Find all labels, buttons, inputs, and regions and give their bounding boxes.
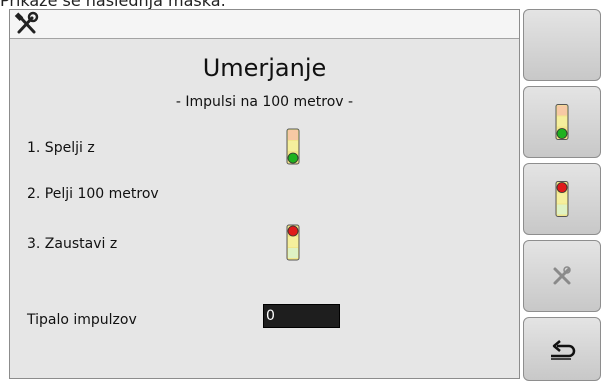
red-traffic-light-icon [555, 181, 569, 217]
page-subtitle: - Impulsi na 100 metrov - [175, 94, 354, 110]
back-button[interactable] [523, 317, 601, 381]
stop-button[interactable] [523, 163, 601, 235]
green-traffic-light-icon [286, 128, 300, 165]
app-root: Prikaže se naslednja maska: Umerjanje - … [0, 0, 603, 381]
top-bar [10, 10, 519, 39]
cancel-icon [553, 266, 571, 285]
tools-icon [14, 11, 39, 34]
cancel-button[interactable] [523, 240, 601, 312]
return-arrow-icon [551, 340, 576, 360]
step-2-label: 2. Pelji 100 metrov [27, 186, 159, 202]
step-1-label: 1. Spelji z [27, 140, 95, 156]
impulse-count-field[interactable]: 0 [263, 304, 340, 328]
step-3-label: 3. Zaustavi z [27, 236, 118, 252]
empty-button[interactable] [523, 9, 601, 81]
softkey-sidebar [523, 9, 603, 381]
red-traffic-light-icon [286, 224, 300, 261]
start-button[interactable] [523, 86, 601, 158]
impulse-sensor-label: Tipalo impulzov [27, 312, 137, 328]
page-title: Umerjanje [202, 54, 327, 82]
main-screen: Umerjanje - Impulsi na 100 metrov - 1. S… [9, 9, 520, 379]
green-traffic-light-icon [555, 104, 569, 140]
